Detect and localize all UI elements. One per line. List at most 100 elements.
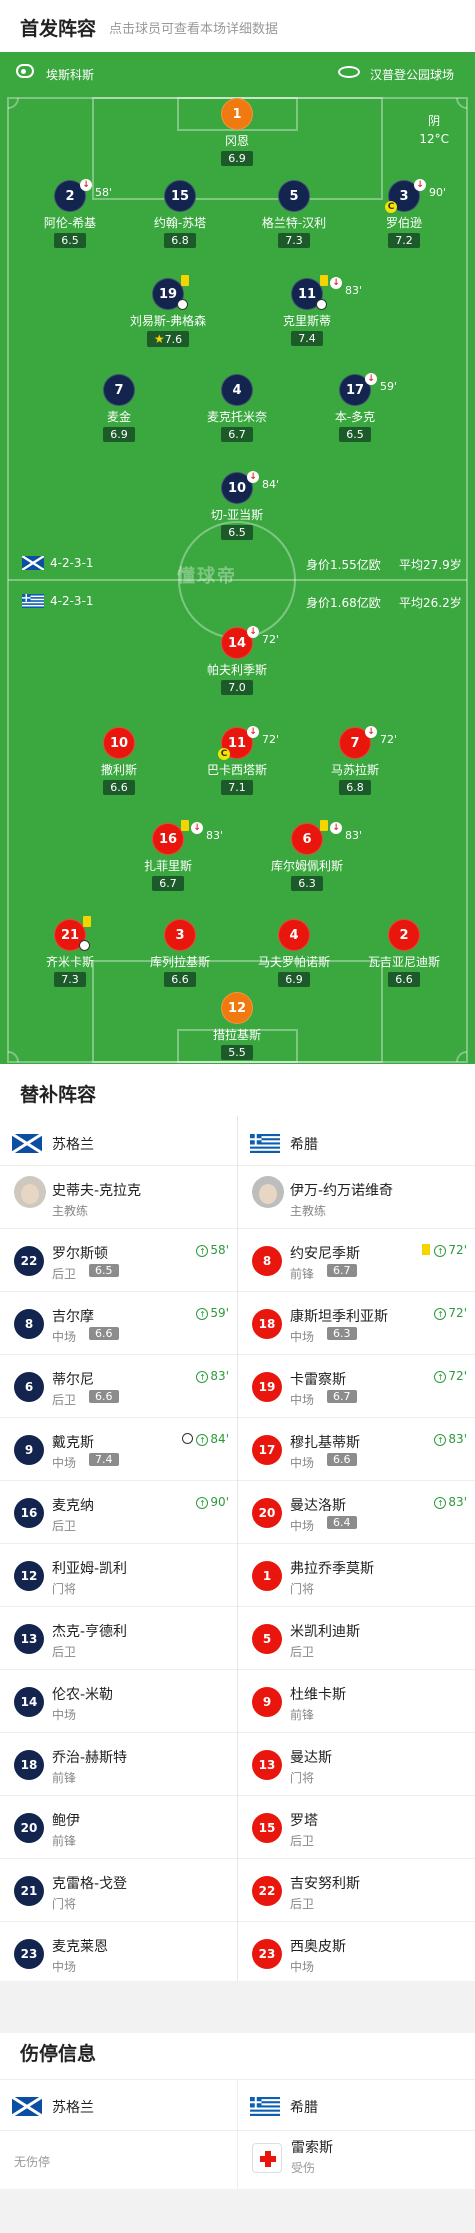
home-team-name: 苏格兰 bbox=[52, 2100, 94, 2116]
sub-row[interactable]: 17 穆扎基蒂斯 中场 6.6 ↑ 83' bbox=[238, 1418, 475, 1481]
sub-row[interactable]: 14 伦农-米勒 中场 bbox=[0, 1670, 237, 1733]
sub-row[interactable]: 22 罗尔斯顿 后卫 6.5 ↑ 58' bbox=[0, 1229, 237, 1292]
player-away-st[interactable]: 14 ↓ 72' 帕夫利季斯 7.0 bbox=[177, 626, 297, 695]
player-home-dm1[interactable]: 19 刘易斯-弗格森 ★7.6 bbox=[108, 275, 228, 347]
sub-out-icon: ↓ bbox=[330, 277, 342, 289]
yellow-card-icon bbox=[422, 1244, 431, 1255]
player-away-rb[interactable]: 2 瓦吉亚尼迪斯 6.6 bbox=[344, 919, 464, 987]
player-away-cb2[interactable]: 4 马夫罗帕诺斯 6.9 bbox=[234, 919, 354, 987]
player-rating: 6.8 bbox=[164, 233, 196, 248]
sub-position: 后卫 bbox=[290, 1645, 315, 1659]
player-away-am[interactable]: 11 ↓ 72' C 巴卡西塔斯 7.1 bbox=[177, 726, 297, 795]
sub-row[interactable]: 20 鲍伊 前锋 bbox=[0, 1796, 237, 1859]
sub-row[interactable]: 15 罗塔 后卫 bbox=[238, 1796, 475, 1859]
sub-in-icon: ↑ bbox=[196, 1371, 209, 1383]
player-home-lw[interactable]: 17 ↓ 59' 本-多克 6.5 bbox=[295, 373, 415, 442]
sub-number: 9 bbox=[252, 1687, 282, 1717]
player-home-rw[interactable]: 7 麦金 6.9 bbox=[59, 374, 179, 442]
star-icon: ★ bbox=[153, 332, 165, 346]
player-number: 15 bbox=[164, 180, 196, 212]
sub-number: 8 bbox=[252, 1246, 282, 1276]
sub-name: 曼达洛斯 bbox=[290, 1498, 346, 1514]
sub-row[interactable]: 20 曼达洛斯 中场 6.4 ↑ 83' bbox=[238, 1481, 475, 1544]
player-home-gk[interactable]: 1 冈恩 6.9 bbox=[177, 98, 297, 166]
sub-number: 21 bbox=[14, 1876, 44, 1906]
sub-row[interactable]: 9 杜维卡斯 前锋 bbox=[238, 1670, 475, 1733]
sub-in-time: 72' bbox=[448, 1243, 467, 1257]
player-name: 库列拉基斯 bbox=[149, 955, 210, 969]
sub-row[interactable]: 23 麦克莱恩 中场 bbox=[0, 1922, 237, 1981]
sub-row[interactable]: 16 麦克纳 后卫 ↑ 90' bbox=[0, 1481, 237, 1544]
player-home-st[interactable]: 10 ↓ 84' 切-亚当斯 6.5 bbox=[177, 471, 297, 540]
sub-row[interactable]: 8 约安尼季斯 前锋 6.7 ↑ 72' bbox=[238, 1229, 475, 1292]
sub-rating: 6.7 bbox=[327, 1390, 357, 1403]
sub-row[interactable]: 1 弗拉乔季莫斯 门将 bbox=[238, 1544, 475, 1607]
weather-info: 阴 12°C bbox=[419, 112, 449, 148]
sub-row[interactable]: 5 米凯利迪斯 后卫 bbox=[238, 1607, 475, 1670]
sub-in-marker: ↑ 72' bbox=[434, 1306, 467, 1320]
player-number-text: 7 bbox=[350, 736, 360, 751]
player-number-text: 3 bbox=[399, 189, 409, 204]
player-home-rb[interactable]: 2 ↓ 58' 阿伦-希基 6.5 bbox=[10, 179, 130, 248]
player-name: 冈恩 bbox=[224, 134, 249, 148]
sub-position: 门将 bbox=[52, 1897, 77, 1911]
sub-number: 22 bbox=[252, 1876, 282, 1906]
sub-row[interactable]: 23 西奥皮斯 中场 bbox=[238, 1922, 475, 1981]
sub-row[interactable]: 12 利亚姆-凯利 门将 bbox=[0, 1544, 237, 1607]
player-home-cb2[interactable]: 5 格兰特-汉利 7.3 bbox=[234, 180, 354, 248]
player-rating: 6.5 bbox=[221, 525, 253, 540]
player-away-rw[interactable]: 10 撒利斯 6.6 bbox=[59, 727, 179, 795]
injured-player-name[interactable]: 雷索斯 bbox=[291, 2137, 333, 2157]
player-number: 7 ↓ 72' bbox=[339, 726, 397, 759]
sub-time: 84' bbox=[262, 478, 280, 491]
sub-in-icon: ↑ bbox=[434, 1371, 447, 1383]
player-away-lb[interactable]: 21 齐米卡斯 7.3 bbox=[10, 916, 130, 987]
sub-row[interactable]: 22 吉安努利斯 后卫 bbox=[238, 1859, 475, 1922]
sub-number: 14 bbox=[14, 1687, 44, 1717]
sub-position: 中场 bbox=[52, 1456, 77, 1470]
player-name: 措拉基斯 bbox=[212, 1028, 261, 1042]
player-away-dm2[interactable]: 6 ↓ 83' 库尔姆佩利斯 6.3 bbox=[247, 820, 367, 891]
sub-row[interactable]: 21 克雷格-戈登 门将 bbox=[0, 1859, 237, 1922]
player-number-text: 10 bbox=[227, 481, 247, 496]
sub-row[interactable]: 18 康斯坦季利亚斯 中场 6.3 ↑ 72' bbox=[238, 1292, 475, 1355]
player-name: 克里斯蒂 bbox=[282, 314, 331, 328]
player-home-am[interactable]: 4 麦克托米奈 6.7 bbox=[177, 374, 297, 442]
sub-row[interactable]: 6 蒂尔尼 后卫 6.6 ↑ 83' bbox=[0, 1355, 237, 1418]
home-coach[interactable]: 史蒂夫-克拉克 主教练 bbox=[0, 1166, 237, 1229]
player-home-dm2[interactable]: 11 ↓ 83' 克里斯蒂 7.4 bbox=[247, 275, 367, 346]
sub-in-time: 72' bbox=[448, 1369, 467, 1383]
sub-row[interactable]: 19 卡雷察斯 中场 6.7 ↑ 72' bbox=[238, 1355, 475, 1418]
player-away-dm1[interactable]: 16 ↓ 83' 扎菲里斯 6.7 bbox=[108, 820, 228, 891]
player-name: 麦克托米奈 bbox=[206, 410, 267, 424]
sub-number: 23 bbox=[14, 1939, 44, 1969]
sub-number: 8 bbox=[14, 1309, 44, 1339]
player-rating: 5.5 bbox=[221, 1045, 253, 1060]
temperature-text: 12°C bbox=[419, 132, 449, 146]
player-away-cb1[interactable]: 3 库列拉基斯 6.6 bbox=[120, 919, 240, 987]
sub-position: 前锋 bbox=[290, 1708, 315, 1722]
player-home-cb1[interactable]: 15 约翰-苏塔 6.8 bbox=[120, 180, 240, 248]
player-rating: 6.5 bbox=[54, 233, 86, 248]
sub-row[interactable]: 8 吉尔摩 中场 6.6 ↑ 59' bbox=[0, 1292, 237, 1355]
sub-row[interactable]: 13 曼达斯 门将 bbox=[238, 1733, 475, 1796]
yellow-card-icon bbox=[83, 916, 91, 927]
sub-out-icon: ↓ bbox=[80, 179, 92, 191]
coach-name: 伊万-约万诺维奇 bbox=[290, 1183, 394, 1199]
sub-time: 83' bbox=[206, 829, 224, 842]
player-rating: 6.6 bbox=[164, 972, 196, 987]
player-number: 19 bbox=[152, 275, 189, 310]
player-away-gk[interactable]: 12 措拉基斯 5.5 bbox=[177, 992, 297, 1060]
home-value: 身价1.55亿欧 bbox=[306, 558, 381, 572]
away-coach[interactable]: 伊万-约万诺维奇 主教练 bbox=[238, 1166, 475, 1229]
sub-in-marker: ↑ 83' bbox=[196, 1369, 229, 1383]
sub-number: 23 bbox=[252, 1939, 282, 1969]
sub-position: 后卫 bbox=[52, 1645, 77, 1659]
sub-position: 门将 bbox=[290, 1771, 315, 1785]
sub-row[interactable]: 9 戴克斯 中场 7.4 ↑ 84' bbox=[0, 1418, 237, 1481]
player-name: 扎菲里斯 bbox=[143, 859, 192, 873]
player-away-lw[interactable]: 7 ↓ 72' 马苏拉斯 6.8 bbox=[295, 726, 415, 795]
sub-row[interactable]: 13 杰克-亨德利 后卫 bbox=[0, 1607, 237, 1670]
player-home-lb[interactable]: 3 ↓ 90' C 罗伯逊 7.2 bbox=[344, 179, 464, 248]
sub-row[interactable]: 18 乔治-赫斯特 前锋 bbox=[0, 1733, 237, 1796]
